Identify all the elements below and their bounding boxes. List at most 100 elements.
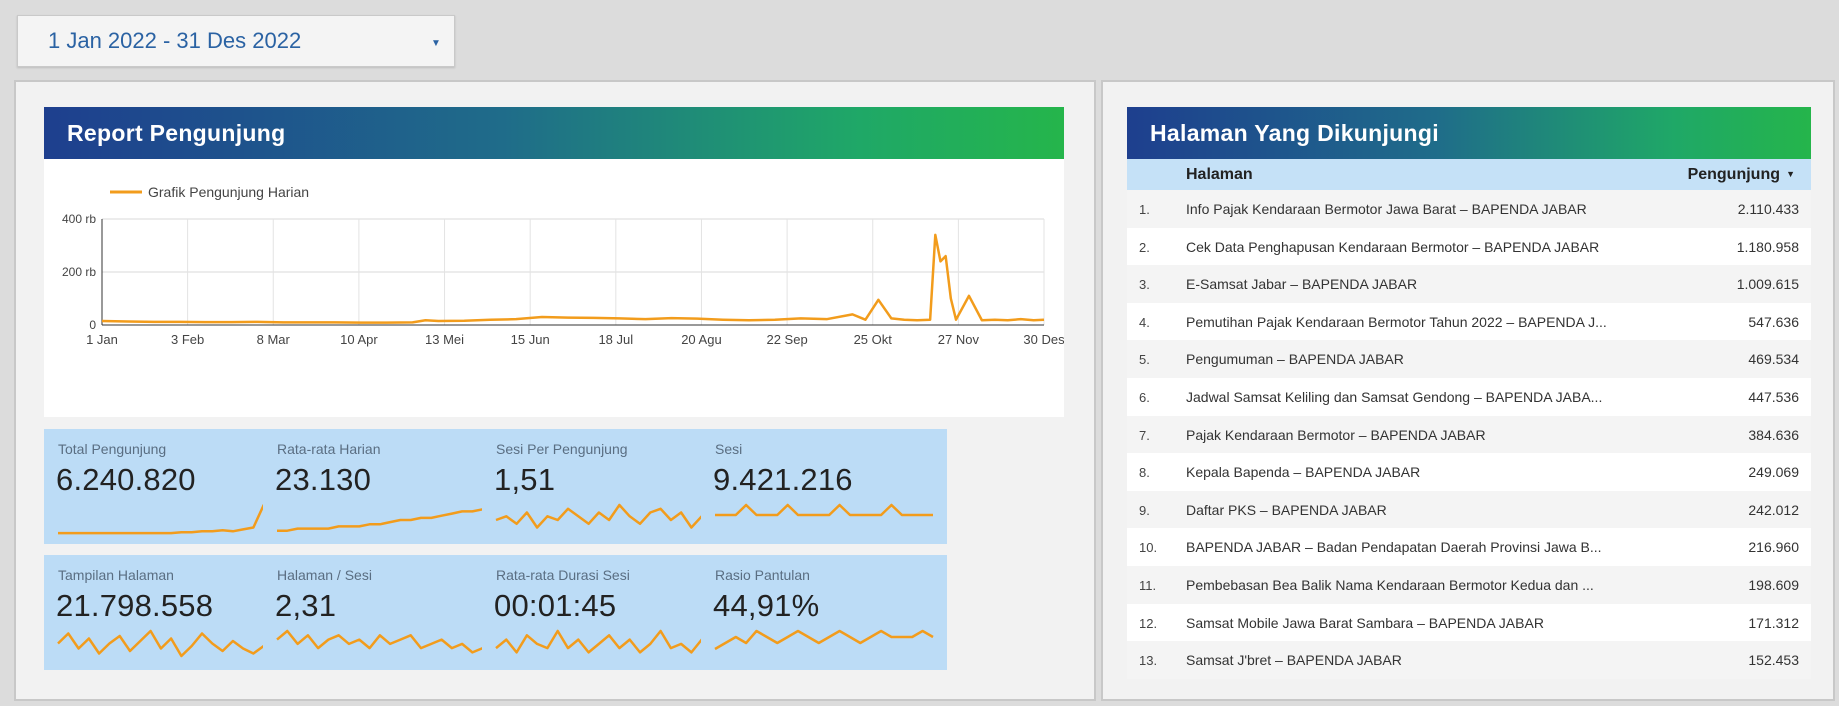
kpi-value: 9.421.216 — [713, 462, 853, 497]
table-row[interactable]: 3. E-Samsat Jabar – BAPENDA JABAR 1.009.… — [1127, 265, 1811, 303]
date-range-picker[interactable]: 1 Jan 2022 - 31 Des 2022 ▼ — [17, 15, 455, 67]
row-page: Info Pajak Kendaraan Bermotor Jawa Barat… — [1186, 201, 1587, 217]
table-row[interactable]: 9. Daftar PKS – BAPENDA JABAR 242.012 — [1127, 490, 1811, 529]
y-tick-label: 200 rb — [62, 265, 96, 279]
row-visitors: 249.069 — [1748, 464, 1799, 481]
kpi-card-pages-per-session: Halaman / Sesi 2,31 — [263, 555, 508, 670]
kpi-card-sessions: Sesi 9.421.216 — [701, 429, 947, 544]
table-row[interactable]: 7. Pajak Kendaraan Bermotor – BAPENDA JA… — [1127, 415, 1811, 454]
x-tick-label: 15 Jun — [511, 332, 550, 347]
kpi-sparkline — [277, 503, 494, 532]
sparkline-path — [495, 629, 713, 654]
kpi-label: Tampilan Halaman — [58, 567, 174, 583]
table-row[interactable]: 13. Samsat J'bret – BAPENDA JABAR 152.45… — [1127, 641, 1811, 679]
x-tick-label: 22 Sep — [766, 332, 807, 347]
row-page: Pengumuman – BAPENDA JABAR — [1186, 351, 1404, 368]
kpi-card-page-views: Tampilan Halaman 21.798.558 — [44, 555, 289, 670]
row-visitors: 469.534 — [1748, 351, 1799, 368]
row-page: E-Samsat Jabar – BAPENDA JABAR — [1186, 276, 1418, 293]
x-tick-label: 25 Okt — [854, 332, 893, 347]
pages-title: Halaman Yang Dikunjungi — [1127, 107, 1811, 159]
table-row[interactable]: 5. Pengumuman – BAPENDA JABAR 469.534 — [1127, 340, 1811, 378]
kpi-card-sessions-per-visitor: Sesi Per Pengunjung 1,51 — [482, 429, 727, 544]
date-range-label: 1 Jan 2022 - 31 Des 2022 — [48, 28, 302, 53]
kpi-value: 00:01:45 — [494, 588, 617, 623]
kpi-label: Halaman / Sesi — [277, 567, 372, 583]
row-page: BAPENDA JABAR – Badan Pendapatan Daerah … — [1186, 539, 1602, 556]
x-tick-label: 27 Nov — [938, 332, 980, 347]
series-line — [101, 233, 1045, 324]
kpi-sparkline — [714, 629, 934, 651]
kpi-card-total-visitors: Total Pengunjung 6.240.820 — [44, 429, 289, 544]
row-index: 11. — [1139, 577, 1157, 593]
kpi-card-avg-session-duration: Rata-rata Durasi Sesi 00:01:45 — [482, 555, 727, 670]
kpi-value: 1,51 — [494, 462, 556, 497]
table-row[interactable]: 1. Info Pajak Kendaraan Bermotor Jawa Ba… — [1127, 190, 1811, 228]
kpi-label: Sesi — [715, 441, 743, 457]
kpi-value: 44,91% — [713, 588, 820, 623]
row-page: Pemutihan Pajak Kendaraan Bermotor Tahun… — [1186, 313, 1607, 330]
kpi-value: 23.130 — [275, 462, 372, 497]
row-index: 9. — [1139, 502, 1150, 518]
x-tick-label: 3 Feb — [171, 332, 204, 347]
row-index: 1. — [1139, 202, 1150, 217]
row-index: 10. — [1139, 540, 1158, 556]
row-visitors: 447.536 — [1748, 388, 1799, 405]
x-tick-label: 8 Mar — [257, 332, 291, 347]
row-index: 5. — [1139, 352, 1150, 368]
sparkline-path — [714, 629, 934, 651]
kpi-sparkline — [58, 503, 276, 535]
x-tick-label: 30 Des — [1023, 332, 1064, 347]
row-page: Samsat J'bret – BAPENDA JABAR — [1186, 652, 1402, 669]
daily-visitors-chart: 0 200 rb 400 rb 1 Jan 3 Feb 8 Mar 10 Apr 13 Mei… — [44, 159, 1064, 417]
row-page: Samsat Mobile Jawa Barat Sambara – BAPEN… — [1186, 614, 1544, 631]
kpi-card-daily-average: Rata-rata Harian 23.130 — [263, 429, 508, 544]
table-row[interactable]: 6. Jadwal Samsat Keliling dan Samsat Gen… — [1127, 377, 1811, 416]
x-tick-label: 10 Apr — [340, 332, 378, 347]
kpi-card-bounce-rate: Rasio Pantulan 44,91% — [701, 555, 947, 670]
sparkline-path — [495, 503, 713, 529]
x-tick-label: 13 Mei — [425, 332, 464, 347]
table-row[interactable]: 4. Pemutihan Pajak Kendaraan Bermotor Ta… — [1127, 302, 1811, 341]
pages-panel: Halaman Yang Dikunjungi Halaman Pengunju… — [1101, 80, 1835, 701]
kpi-sparkline — [57, 629, 275, 658]
row-index: 6. — [1139, 389, 1150, 405]
pages-table-body: 1. Info Pajak Kendaraan Bermotor Jawa Ba… — [1127, 190, 1811, 679]
y-tick-label: 400 rb — [62, 212, 96, 226]
row-visitors: 152.453 — [1748, 652, 1799, 669]
dropdown-caret-icon: ▼ — [431, 38, 441, 49]
report-panel: Report Pengunjung 0 200 rb 400 rb 1 Jan 3 Fe… — [14, 80, 1096, 701]
row-page: Pajak Kendaraan Bermotor – BAPENDA JABAR — [1186, 426, 1486, 443]
row-page: Pembebasan Bea Balik Nama Kendaraan Berm… — [1186, 576, 1594, 593]
sort-desc-icon[interactable]: ▼ — [1786, 169, 1795, 179]
kpi-sparkline — [715, 503, 933, 517]
kpi-sparkline — [495, 629, 713, 654]
table-row[interactable]: 10. BAPENDA JABAR – Badan Pendapatan Dae… — [1127, 528, 1811, 566]
table-row[interactable]: 2. Cek Data Penghapusan Kendaraan Bermot… — [1127, 227, 1811, 266]
kpi-value: 6.240.820 — [56, 462, 196, 497]
table-row[interactable]: 12. Samsat Mobile Jawa Barat Sambara – B… — [1127, 603, 1811, 642]
kpi-label: Rata-rata Harian — [277, 441, 381, 457]
table-row[interactable]: 11. Pembebasan Bea Balik Nama Kendaraan … — [1127, 565, 1811, 604]
sparkline-path — [715, 503, 933, 517]
chart-svg: 0 200 rb 400 rb 1 Jan 3 Feb 8 Mar 10 Apr 13 Mei… — [62, 184, 1064, 347]
sparkline-path — [58, 503, 276, 535]
column-header-page[interactable]: Halaman — [1186, 166, 1253, 184]
x-tick-label: 20 Agu — [681, 332, 722, 347]
report-title: Report Pengunjung — [44, 107, 1064, 159]
row-index: 2. — [1139, 239, 1150, 255]
row-page: Cek Data Penghapusan Kendaraan Bermotor … — [1186, 238, 1600, 255]
row-index: 8. — [1139, 465, 1150, 481]
row-visitors: 171.312 — [1748, 614, 1799, 631]
kpi-label: Rasio Pantulan — [715, 567, 810, 583]
column-header-visitors[interactable]: Pengunjung — [1688, 166, 1780, 184]
x-tick-label: 1 Jan — [86, 332, 118, 347]
legend-label: Grafik Pengunjung Harian — [148, 184, 309, 200]
kpi-sparkline — [276, 629, 493, 654]
table-row[interactable]: 8. Kepala Bapenda – BAPENDA JABAR 249.06… — [1127, 453, 1811, 491]
sparkline-path — [276, 629, 493, 654]
row-visitors: 547.636 — [1748, 313, 1799, 330]
kpi-label: Rata-rata Durasi Sesi — [496, 567, 630, 583]
kpi-value: 2,31 — [275, 588, 337, 623]
sparkline-path — [277, 503, 494, 532]
